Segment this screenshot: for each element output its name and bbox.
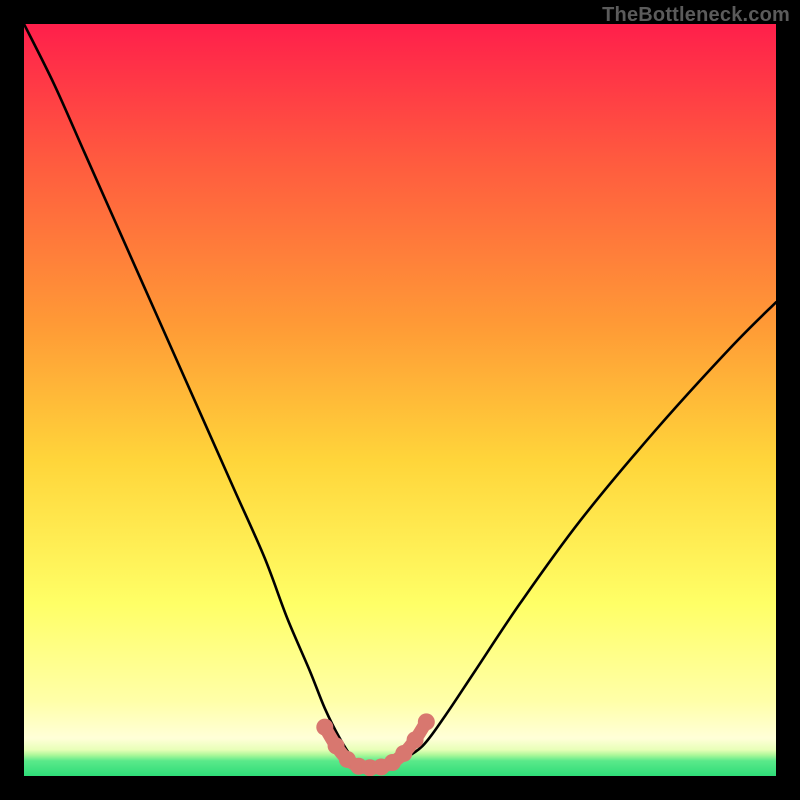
marker-dot bbox=[316, 719, 333, 736]
marker-dot bbox=[395, 745, 412, 762]
watermark-text: TheBottleneck.com bbox=[602, 4, 790, 27]
chart-frame: TheBottleneck.com bbox=[0, 0, 800, 800]
marker-dot bbox=[407, 731, 424, 748]
marker-dot bbox=[418, 713, 435, 730]
chart-svg bbox=[24, 24, 776, 776]
plot-area bbox=[24, 24, 776, 776]
gradient-bg bbox=[24, 24, 776, 776]
marker-dot bbox=[328, 737, 345, 754]
